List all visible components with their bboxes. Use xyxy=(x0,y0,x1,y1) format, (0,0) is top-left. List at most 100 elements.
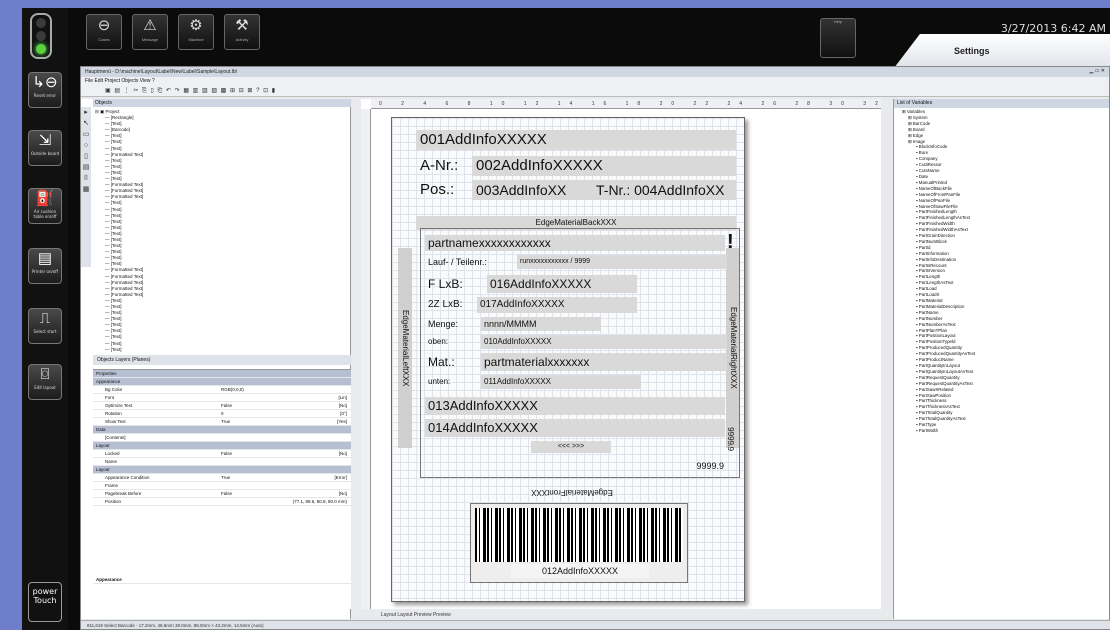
field-014[interactable]: 014AddInfoXXXXX xyxy=(425,419,725,437)
vertical-number-field[interactable]: 6'6666 xyxy=(727,409,737,469)
variables-header: List of Variables xyxy=(894,99,1109,108)
field-011[interactable]: 011AddInfoXXXXX xyxy=(481,375,641,389)
field-013[interactable]: 013AddInfoXXXXX xyxy=(425,397,725,415)
label-editor-window: Hauptmenü - D:\machine\Layout\Label\New\… xyxy=(80,66,1110,630)
help-button[interactable]: Help xyxy=(820,18,856,58)
property-row[interactable]: Rotation 0 [0°] xyxy=(93,410,351,418)
machine-icon: ⚙ xyxy=(189,17,203,34)
property-group[interactable]: Layout xyxy=(93,466,351,474)
properties-footer: Appearance xyxy=(93,576,351,584)
barcode[interactable]: 012AddInfoXXXXX xyxy=(470,503,688,583)
design-canvas[interactable]: 0 2 4 6 8 10 12 14 16 18 20 22 24 26 28 … xyxy=(361,99,881,609)
field-004[interactable]: T-Nr.: 004AddInfoXX xyxy=(592,180,736,200)
variable-item[interactable]: ▪ PartWidth xyxy=(902,428,1108,434)
date-time: 3/27/2013 6:42 AM xyxy=(1000,22,1106,35)
machine-button[interactable]: ⚙ Machine xyxy=(178,14,214,50)
start-icon: ⎍ xyxy=(39,310,51,327)
property-row[interactable]: Pagebreak Before False [No] xyxy=(93,490,351,498)
barcode-bars xyxy=(475,508,683,562)
outside-board-button[interactable]: ⇲ Outside board xyxy=(28,130,62,166)
flxb-label: F LxB: xyxy=(428,277,463,291)
reset-error-button[interactable]: ↳⊖ Reset error xyxy=(28,72,62,108)
printer-button[interactable]: ▤ Printer on/off xyxy=(28,248,62,284)
property-row[interactable]: Position (77.1, 88.6, 80.8, 80.0 mm) xyxy=(93,498,351,506)
barcode-text[interactable]: 012AddInfoXXXXX xyxy=(511,564,649,578)
message-button[interactable]: ⚠ Message xyxy=(132,14,168,50)
layout-icon: ⌼ xyxy=(40,366,50,383)
power-touch-logo[interactable]: power Touch xyxy=(28,582,62,622)
property-row[interactable]: Frame xyxy=(93,482,351,490)
printer-icon: ▤ xyxy=(37,250,53,267)
field-002[interactable]: 002AddInfoXXXXX xyxy=(472,156,736,176)
cases-icon: ⊖ xyxy=(97,17,111,34)
anr-label: A-Nr.: xyxy=(420,157,459,174)
mat-label: Mat.: xyxy=(428,355,455,369)
objects-panel: ▸ ↖ ▭ ○ ▯ ▤ ⌷ ▦ Objects ⊟ ▣ Project — [Rectangl… xyxy=(81,99,351,619)
oben-label: oben: xyxy=(428,337,449,346)
editor-toolbar[interactable]: ▣ ▤ ⋮ ✂ ⎘ ▯ ⎗ ↶ ↷ ▦ ▥ ▧ ▨ ▩ ⊞ ⊟ ⊠ ? ⊡ ▮ xyxy=(81,85,1109,97)
properties-panel: Properties Appearance Bg Color RGB(0,0,0) F… xyxy=(93,369,351,609)
tab-settings[interactable]: Settings xyxy=(894,34,1110,68)
property-row[interactable]: Show Text True [Yes] xyxy=(93,418,351,426)
property-row[interactable]: Font [Lin] xyxy=(93,394,351,402)
edit-layout-button[interactable]: ⌼ Edit layout xyxy=(28,364,62,400)
field-017[interactable]: 017AddInfoXXXXX xyxy=(477,297,637,313)
property-row[interactable]: Name xyxy=(93,458,351,466)
field-016[interactable]: 016AddInfoXXXXX xyxy=(487,275,637,293)
app-frame: ↳⊖ Reset error ⇲ Outside board ⛽ Air cushio… xyxy=(22,8,1110,630)
variables-tree[interactable]: ⊞ Variables ⊞ System ⊞ BarCode ⊞ Board ⊞ Edg… xyxy=(902,109,1108,617)
property-row[interactable]: Optimize Text False [No] xyxy=(93,402,351,410)
edge-left-field[interactable]: EdgeMaterialLeftXXX xyxy=(398,248,412,448)
zlxb-label: 2Z LxB: xyxy=(428,299,463,310)
property-grid[interactable]: Appearance Bg Color RGB(0,0,0) Font [Lin] Opt… xyxy=(93,378,351,506)
properties-header: Properties xyxy=(93,370,351,378)
field-010[interactable]: 010AddInfoXXXXX xyxy=(481,335,727,349)
property-row[interactable]: Appearance Condition True [Error] xyxy=(93,474,351,482)
tree-item[interactable]: — [Text] xyxy=(95,347,345,353)
property-row[interactable]: Locked False [No] xyxy=(93,450,351,458)
menge-label: Menge: xyxy=(428,319,459,329)
property-group[interactable]: Appearance xyxy=(93,378,351,386)
horizontal-ruler: 0 2 4 6 8 10 12 14 16 18 20 22 24 26 28 … xyxy=(371,99,881,109)
part-info-box[interactable]: partnamexxxxxxxxxxxx ! Lauf- / Teilenr.:… xyxy=(420,228,740,478)
property-row[interactable]: Bg Color RGB(0,0,0) xyxy=(93,386,351,394)
property-group[interactable]: Layout xyxy=(93,442,351,450)
warning-mark: ! xyxy=(727,231,734,253)
edge-front-field[interactable]: EdgeMaterialFrontXXX xyxy=(482,486,662,498)
material-field[interactable]: partmaterialxxxxxxx xyxy=(481,353,727,371)
property-row[interactable]: [Contents] xyxy=(93,434,351,442)
select-start-button[interactable]: ⎍ Select start xyxy=(28,308,62,344)
field-003[interactable]: 003AddInfoXX xyxy=(472,180,592,200)
arrows-field[interactable]: <<< >>> xyxy=(531,441,611,453)
view-tabs[interactable]: Layout Layout Preview Preview xyxy=(361,610,881,620)
tool-palette[interactable]: ▸ ↖ ▭ ○ ▯ ▤ ⌷ ▦ xyxy=(81,107,91,267)
number-field[interactable]: 9999.9 xyxy=(671,459,727,473)
pos-label: Pos.: xyxy=(420,181,455,198)
property-group[interactable]: Data xyxy=(93,426,351,434)
air-cushion-icon: ⛽ xyxy=(35,190,55,207)
lauf-label: Lauf- / Teilenr.: xyxy=(428,257,487,267)
label-layout[interactable]: 001AddInfoXXXXX A-Nr.: 002AddInfoXXXXX P… xyxy=(391,117,745,602)
tree-tabs[interactable]: Objects Layers (Planes) xyxy=(93,355,351,365)
variables-panel: List of Variables ⊞ Variables ⊞ System ⊞ B… xyxy=(893,99,1109,619)
left-sidebar: ↳⊖ Reset error ⇲ Outside board ⛽ Air cushio… xyxy=(22,8,68,630)
warning-icon: ⚠ xyxy=(143,17,157,34)
status-bar: 811,619 Select Barcode - 17.2mm, 46.6mm … xyxy=(81,620,1110,629)
partname-field[interactable]: partnamexxxxxxxxxxxx xyxy=(425,235,725,251)
lauf-field[interactable]: runxxxxxxxxxxx / 9999 xyxy=(517,255,727,269)
field-001[interactable]: 001AddInfoXXXXX xyxy=(416,130,736,150)
objects-header: Objects xyxy=(93,99,351,107)
cases-button[interactable]: ⊖ Cases xyxy=(86,14,122,50)
tools-icon: ⚒ xyxy=(235,17,249,34)
unten-label: unten: xyxy=(428,377,451,386)
window-controls[interactable]: ▁ ▭ ✕ xyxy=(1089,68,1105,74)
object-tree[interactable]: ⊟ ▣ Project — [Rectangle] — [Text] — [Barc… xyxy=(95,109,345,355)
reset-icon: ↳⊖ xyxy=(32,74,58,91)
air-cushion-button[interactable]: ⛽ Air cushion table on/off xyxy=(28,188,62,224)
window-title: Hauptmenü - D:\machine\Layout\Label\New\… xyxy=(81,67,1109,77)
activity-button[interactable]: ⚒ Activity xyxy=(224,14,260,50)
vertical-ruler xyxy=(361,109,371,609)
menu-bar[interactable]: File Edit Project Objects View ? xyxy=(81,77,1109,85)
top-toolbar: ⊖ Cases ⚠ Message ⚙ Machine ⚒ Activity Help … xyxy=(68,8,1110,68)
menge-field[interactable]: nnnn/MMMM xyxy=(481,317,601,331)
